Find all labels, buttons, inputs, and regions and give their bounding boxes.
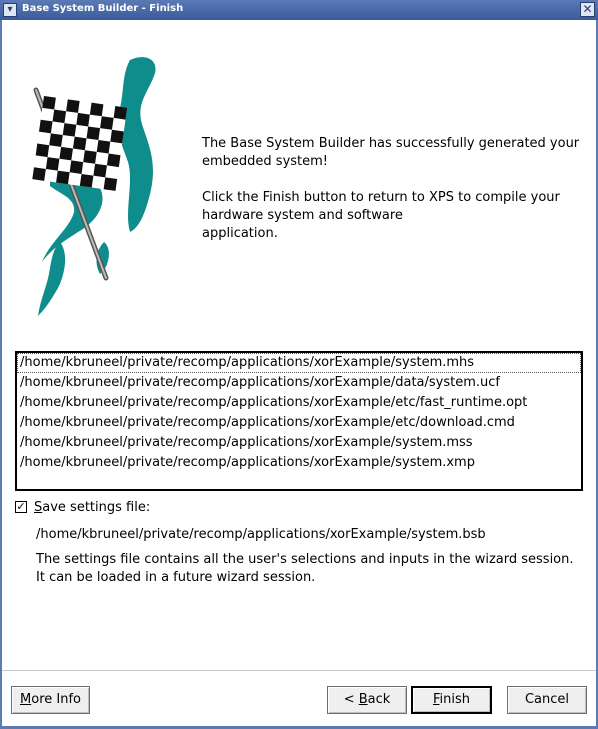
settings-file-path: /home/kbruneel/private/recomp/applicatio… (36, 527, 486, 542)
chevron-down-icon[interactable]: ▾ (3, 3, 17, 17)
more-info-button[interactable]: More Info (11, 686, 90, 714)
save-settings-checkbox[interactable]: ✓ (15, 501, 27, 513)
settings-description: The settings file contains all the user'… (36, 552, 574, 585)
back-button[interactable]: < Back (327, 686, 407, 714)
divider (2, 670, 596, 671)
list-item[interactable]: /home/kbruneel/private/recomp/applicatio… (17, 453, 581, 473)
window-title: Base System Builder - Finish (22, 3, 184, 14)
completion-message: The Base System Builder has successfully… (202, 135, 587, 261)
list-item[interactable]: /home/kbruneel/private/recomp/applicatio… (17, 393, 581, 413)
list-item[interactable]: /home/kbruneel/private/recomp/applicatio… (17, 413, 581, 433)
list-item[interactable]: /home/kbruneel/private/recomp/applicatio… (17, 353, 581, 373)
mnemonic-m: M (20, 692, 32, 707)
close-icon[interactable]: ✕ (580, 2, 595, 17)
success-text: The Base System Builder has successfully… (202, 136, 580, 169)
instruction-text: Click the Finish button to return to XPS… (202, 190, 560, 241)
back-prefix: < (343, 692, 359, 707)
finish-button[interactable]: Finish (411, 686, 492, 714)
checkered-flag-icon (32, 57, 156, 316)
title-bar: ▾ Base System Builder - Finish ✕ (0, 0, 598, 20)
mnemonic-b: B (358, 692, 368, 707)
generated-files-list[interactable]: /home/kbruneel/private/recomp/applicatio… (15, 351, 583, 491)
window-frame-left (0, 20, 2, 729)
finish-label: inish (439, 692, 471, 707)
more-info-label: ore Info (31, 692, 81, 707)
save-settings-label-text: ave settings file: (42, 500, 151, 515)
back-label: ack (367, 692, 391, 707)
cancel-button[interactable]: Cancel (507, 686, 587, 714)
list-item[interactable]: /home/kbruneel/private/recomp/applicatio… (17, 373, 581, 393)
save-settings-label[interactable]: Save settings file: (34, 499, 150, 517)
list-item[interactable]: /home/kbruneel/private/recomp/applicatio… (17, 433, 581, 453)
